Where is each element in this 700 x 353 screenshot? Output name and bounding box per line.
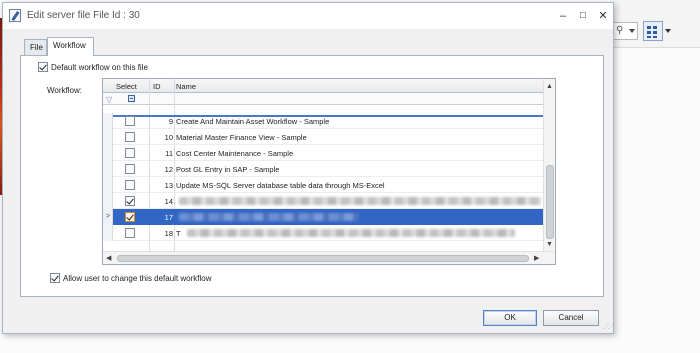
row-select-checkbox[interactable] bbox=[125, 116, 135, 126]
redacted-name bbox=[179, 197, 541, 205]
row-select-checkbox[interactable] bbox=[125, 196, 135, 206]
row-id: 14 bbox=[164, 197, 173, 206]
row-select-checkbox[interactable] bbox=[125, 180, 135, 190]
redacted-name bbox=[187, 229, 515, 237]
row-select-checkbox[interactable] bbox=[125, 164, 135, 174]
row-name: Post GL Entry in SAP - Sample bbox=[176, 165, 280, 174]
table-row[interactable]: 18 T bbox=[103, 225, 543, 241]
row-select-checkbox[interactable] bbox=[125, 228, 135, 238]
dialog-title: Edit server file File Id : 30 bbox=[27, 10, 140, 21]
row-indicator[interactable] bbox=[103, 129, 113, 145]
tab-file[interactable]: File bbox=[24, 39, 47, 55]
horizontal-scrollbar[interactable]: ◀ ▶ bbox=[103, 251, 555, 264]
table-row[interactable]: 11 Cost Center Maintenance - Sample bbox=[103, 145, 543, 161]
ok-button[interactable]: OK bbox=[483, 310, 537, 326]
close-button[interactable]: ✕ bbox=[594, 7, 612, 25]
column-header-name[interactable]: Name bbox=[176, 82, 196, 91]
edit-document-icon bbox=[9, 9, 21, 22]
redacted-name bbox=[179, 213, 359, 221]
table-row[interactable]: 9 Create And Maintain Asset Workflow - S… bbox=[103, 113, 543, 129]
row-indicator[interactable]: > bbox=[103, 209, 113, 225]
row-id: 10 bbox=[164, 133, 173, 142]
chevron-down-icon[interactable] bbox=[665, 29, 671, 33]
scroll-down-icon[interactable]: ▼ bbox=[546, 241, 553, 248]
row-indicator[interactable] bbox=[103, 161, 113, 177]
scroll-left-icon[interactable]: ◀ bbox=[106, 254, 111, 262]
grid-header: Select ID Name bbox=[103, 79, 555, 93]
row-id: 18 bbox=[164, 229, 173, 238]
tab-workflow[interactable]: Workflow bbox=[47, 37, 94, 56]
workflow-grid[interactable]: Select ID Name ▽ 9 Create And Maintain A… bbox=[102, 78, 556, 265]
select-all-filter-icon[interactable] bbox=[128, 95, 135, 102]
maximize-button[interactable]: □ bbox=[574, 7, 592, 25]
row-id: 12 bbox=[164, 165, 173, 174]
grid-view-icon[interactable] bbox=[643, 21, 663, 41]
row-id: 11 bbox=[165, 149, 173, 158]
row-id: 17 bbox=[164, 213, 173, 222]
row-name: T bbox=[176, 229, 181, 238]
row-select-checkbox[interactable] bbox=[125, 212, 135, 222]
row-id: 13 bbox=[164, 181, 173, 190]
allow-change-label: Allow user to change this default workfl… bbox=[63, 274, 212, 283]
horizontal-scroll-thumb[interactable] bbox=[117, 255, 529, 262]
default-workflow-checkbox[interactable] bbox=[38, 62, 48, 72]
row-select-checkbox[interactable] bbox=[125, 132, 135, 142]
row-id: 9 bbox=[168, 117, 173, 126]
grid-filter-row: ▽ bbox=[103, 93, 555, 105]
cancel-button[interactable]: Cancel bbox=[543, 310, 599, 326]
scroll-right-icon[interactable]: ▶ bbox=[534, 254, 539, 262]
row-name: Update MS-SQL Server database table data… bbox=[176, 181, 385, 190]
row-indicator[interactable] bbox=[103, 177, 113, 193]
vertical-scroll-thumb[interactable] bbox=[546, 165, 554, 239]
row-indicator[interactable] bbox=[103, 113, 113, 129]
row-name: Cost Center Maintenance - Sample bbox=[176, 149, 294, 158]
table-row-selected[interactable]: > 17 bbox=[103, 209, 543, 225]
chevron-down-icon bbox=[629, 29, 635, 33]
row-indicator[interactable] bbox=[103, 225, 113, 241]
row-select-checkbox[interactable] bbox=[125, 148, 135, 158]
resize-grip-icon[interactable]: ⋰⋰ bbox=[603, 323, 614, 330]
row-name: Material Master Finance View - Sample bbox=[176, 133, 307, 142]
table-row[interactable]: 10 Material Master Finance View - Sample bbox=[103, 129, 543, 145]
row-name: Create And Maintain Asset Workflow - Sam… bbox=[176, 117, 330, 126]
table-row[interactable]: 14 bbox=[103, 193, 543, 209]
funnel-icon[interactable]: ▽ bbox=[106, 95, 112, 104]
dialog-titlebar[interactable]: Edit server file File Id : 30 – □ ✕ bbox=[3, 3, 613, 29]
background-search-box[interactable]: ⚲ bbox=[612, 22, 638, 40]
table-row[interactable]: 12 Post GL Entry in SAP - Sample bbox=[103, 161, 543, 177]
row-indicator[interactable] bbox=[103, 145, 113, 161]
scroll-up-icon[interactable]: ▲ bbox=[546, 83, 553, 90]
current-row-arrow-icon: > bbox=[106, 213, 111, 220]
workflow-field-label: Workflow: bbox=[47, 86, 82, 95]
vertical-scrollbar[interactable]: ▲ ▼ bbox=[543, 79, 555, 251]
minimize-button[interactable]: – bbox=[554, 7, 572, 25]
column-header-select[interactable]: Select bbox=[116, 82, 137, 91]
default-workflow-label: Default workflow on this file bbox=[51, 63, 148, 72]
search-icon: ⚲ bbox=[616, 25, 624, 36]
allow-change-checkbox[interactable] bbox=[50, 273, 60, 283]
column-header-id[interactable]: ID bbox=[153, 82, 161, 91]
table-row[interactable]: 13 Update MS-SQL Server database table d… bbox=[103, 177, 543, 193]
row-indicator[interactable] bbox=[103, 193, 113, 209]
